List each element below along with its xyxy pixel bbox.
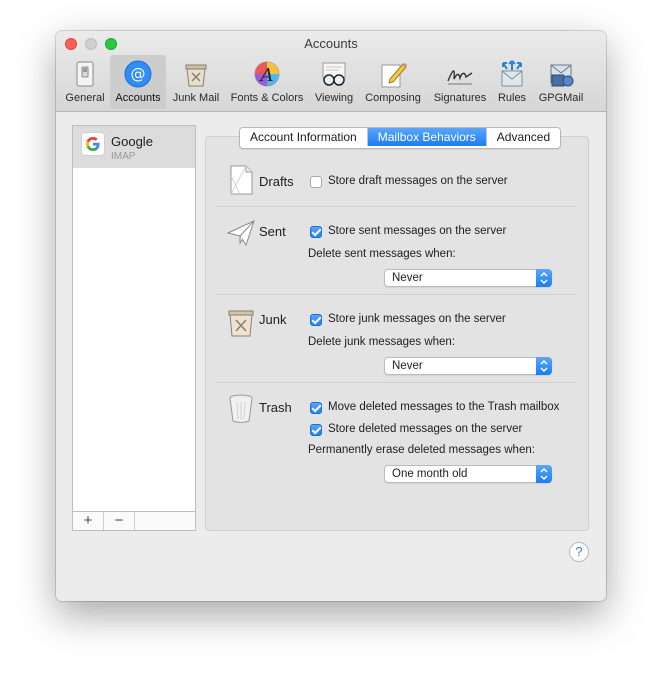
toolbar-junk-mail[interactable]: Junk Mail [168,55,224,109]
erase-deleted-popup[interactable]: One month old [384,465,552,483]
move-to-trash-label: Move deleted messages to the Trash mailb… [328,401,560,413]
junk-bin-icon [185,64,207,87]
tab-account-information[interactable]: Account Information [240,128,368,146]
toolbar-gpgmail-label: GPGMail [538,92,584,104]
at-sign-icon: @ [124,60,152,88]
delete-junk-label: Delete junk messages when: [308,336,456,348]
popup-chevrons-icon [536,357,552,375]
account-row[interactable]: Google IMAP [73,126,195,168]
junk-icon [228,310,254,337]
toolbar-rules-label: Rules [497,92,527,104]
erase-deleted-label: Permanently erase deleted messages when: [308,444,535,456]
gpgmail-icon [550,64,574,87]
accounts-list[interactable]: Google IMAP [72,125,196,531]
general-switch-icon [76,61,94,87]
add-account-button[interactable]: + [73,512,104,530]
store-drafts-label: Store draft messages on the server [328,175,508,187]
sent-title: Sent [259,224,286,239]
toolbar-fonts-colors[interactable]: A Fonts & Colors [226,55,308,109]
section-divider [216,294,576,295]
toolbar-accounts-label: Accounts [115,92,161,104]
section-divider [216,206,576,207]
delete-sent-popup[interactable]: Never [384,269,552,287]
svg-text:A: A [259,65,274,86]
store-junk-label: Store junk messages on the server [328,313,506,325]
window-title: Accounts [304,36,358,51]
toolbar-viewing-label: Viewing [314,92,354,104]
signature-icon [447,70,473,85]
delete-sent-label: Delete sent messages when: [308,248,456,260]
drafts-icon [230,165,253,195]
toolbar-general[interactable]: General [62,55,108,109]
toolbar-composing[interactable]: Composing [360,55,426,109]
google-logo-icon [81,132,105,156]
pencil-paper-icon [381,63,407,88]
remove-account-button[interactable]: − [104,512,135,530]
titlebar: Accounts General @ Accounts Junk Mail A … [56,31,606,112]
preferences-tabs: Account Information Mailbox Behaviors Ad… [239,127,562,149]
rules-arrows-icon [501,60,523,87]
paper-plane-icon [226,220,255,247]
svg-text:@: @ [131,65,146,83]
account-type: IMAP [111,151,136,162]
preferences-window: Accounts General @ Accounts Junk Mail A … [56,31,606,601]
toolbar-rules[interactable]: Rules [494,55,530,109]
account-name: Google [111,134,153,149]
junk-title: Junk [259,312,287,327]
glasses-icon [322,62,346,86]
font-palette-icon: A [254,61,280,87]
trash-can-icon [229,394,253,423]
store-sent-checkbox-box[interactable] [310,226,322,238]
delete-sent-value: Never [392,272,423,284]
popup-chevrons-icon [536,465,552,483]
store-drafts-checkbox-box[interactable] [310,176,322,188]
toolbar-signatures[interactable]: Signatures [428,55,492,109]
store-sent-label: Store sent messages on the server [328,225,507,237]
toolbar-accounts[interactable]: @ Accounts [110,55,166,109]
move-to-trash-checkbox-box[interactable] [310,402,322,414]
popup-chevrons-icon [536,269,552,287]
toolbar-viewing[interactable]: Viewing [310,55,358,109]
drafts-title: Drafts [259,174,294,189]
toolbar-gpgmail[interactable]: GPGMail [532,55,590,109]
store-junk-checkbox-box[interactable] [310,314,322,326]
toolbar-fonts-colors-label: Fonts & Colors [230,92,304,104]
toolbar-signatures-label: Signatures [433,92,487,104]
tab-advanced[interactable]: Advanced [486,128,561,146]
trash-title: Trash [259,400,292,415]
toolbar-general-label: General [65,92,105,104]
store-deleted-label: Store deleted messages on the server [328,423,523,435]
section-divider [216,382,576,383]
toolbar-junk-mail-label: Junk Mail [172,92,220,104]
toolbar-composing-label: Composing [365,92,421,104]
delete-junk-value: Never [392,360,423,372]
erase-deleted-value: One month old [392,468,468,480]
tab-mailbox-behaviors[interactable]: Mailbox Behaviors [367,128,487,146]
help-button[interactable]: ? [569,542,589,562]
account-list-buttons: + − [72,511,196,531]
store-deleted-checkbox-box[interactable] [310,424,322,436]
delete-junk-popup[interactable]: Never [384,357,552,375]
